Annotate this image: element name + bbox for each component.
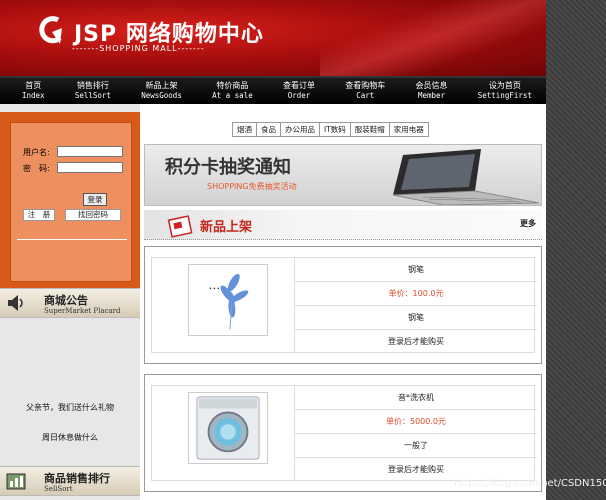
promo-subtitle: SHOPPING免费抽奖活动 <box>207 182 297 191</box>
notice-item[interactable]: 父亲节，我们送什么礼物 <box>0 402 140 413</box>
banner: JSP 网络购物中心 -------SHOPPING MALL------- <box>0 0 546 76</box>
category-link[interactable]: 家用电器 <box>389 123 428 136</box>
logo-icon <box>39 16 62 44</box>
product-inner: 音*洗衣机 单价：5000.0元 一般了 登录后才能购买 <box>151 385 537 482</box>
speaker-icon <box>8 295 23 311</box>
product-inner: 钢笔 单价：100.0元 钢笔 登录后才能购买 <box>151 257 537 354</box>
nav-sellsort-cn: 销售排行 <box>76 81 109 90</box>
nav-sellsort[interactable]: 销售排行 SellSort <box>75 78 111 104</box>
sellsort-title: 商品销售排行 <box>44 472 110 485</box>
new-goods-header: 新品上架 更多 <box>144 210 542 240</box>
nav-order[interactable]: 查看订单 Order <box>283 78 315 104</box>
notice-title: 商城公告 <box>44 294 88 307</box>
nav-newsgoods-en: NewsGoods <box>141 91 182 100</box>
category-link[interactable]: 烟酒 <box>233 123 257 136</box>
nav-order-en: Order <box>287 91 311 100</box>
product-description: 一般了 <box>295 434 537 458</box>
product-name: 音*洗衣机 <box>295 386 537 410</box>
page: JSP 网络购物中心 -------SHOPPING MALL------- 首… <box>0 0 546 500</box>
login-form: 用户名: 密 码: 登录 注 册 找回密码 <box>10 122 132 282</box>
newspaper-icon <box>167 215 193 238</box>
forgot-password-button[interactable]: 找回密码 <box>65 209 121 221</box>
nav-newsgoods-cn: 新品上架 <box>145 81 178 90</box>
product-description: 钢笔 <box>295 306 537 330</box>
login-button[interactable]: 登录 <box>83 193 107 206</box>
more-link[interactable]: 更多 <box>520 218 536 229</box>
laptop-icon <box>392 149 540 205</box>
login-panel: 用户名: 密 码: 登录 注 册 找回密码 <box>0 112 140 290</box>
nav-sale-cn: 特价商品 <box>216 81 249 90</box>
nav-cart-cn: 查看购物车 <box>345 81 386 90</box>
nav-sale[interactable]: 特价商品 At a sale <box>212 78 253 104</box>
register-button[interactable]: 注 册 <box>23 209 55 221</box>
password-input[interactable] <box>57 162 123 173</box>
nav-newsgoods[interactable]: 新品上架 NewsGoods <box>141 78 182 104</box>
nav-sale-en: At a sale <box>212 91 253 100</box>
logo-subtitle: -------SHOPPING MALL------- <box>72 44 205 53</box>
category-link[interactable]: 办公用品 <box>281 123 320 136</box>
nav-setting-first-en: SettingFirst <box>477 91 532 100</box>
password-label: 密 码: <box>23 164 50 173</box>
main-nav: 首页 Index 销售排行 SellSort 新品上架 NewsGoods 特价商品 A… <box>0 76 546 104</box>
nav-index-cn: 首页 <box>25 81 42 90</box>
nav-setting-first[interactable]: 设为首页 SettingFirst <box>478 78 532 104</box>
notice-item[interactable]: 周日休息做什么 <box>0 432 140 443</box>
product-details: 钢笔 单价：100.0元 钢笔 登录后才能购买 <box>294 258 537 354</box>
notice-header: 商城公告 SuperMarket Placard <box>0 288 140 318</box>
divider <box>17 239 127 240</box>
promo-banner[interactable]: 积分卡抽奖通知 SHOPPING免费抽奖活动 <box>144 144 542 206</box>
category-link[interactable]: IT数码 <box>320 123 351 136</box>
nav-member-en: Member <box>417 91 446 100</box>
chart-icon <box>6 473 26 490</box>
nav-order-cn: 查看订单 <box>282 81 315 90</box>
nav-cart-en: Cart <box>356 91 375 100</box>
nav-sellsort-en: SellSort <box>74 91 111 100</box>
nav-member-cn: 会员信息 <box>415 81 448 90</box>
nav-cart[interactable]: 查看购物车 Cart <box>345 78 385 104</box>
product-card: 钢笔 单价：100.0元 钢笔 登录后才能购买 <box>144 246 542 364</box>
username-input[interactable] <box>57 146 123 157</box>
main-content: 烟酒 食品 办公用品 IT数码 服装鞋帽 家用电器 积分卡抽奖通知 SHOPPI… <box>140 104 546 500</box>
sellsort-subtitle: SellSort <box>44 485 73 493</box>
category-link[interactable]: 食品 <box>257 123 281 136</box>
flower-product-image[interactable] <box>188 264 268 336</box>
nav-index-en: Index <box>22 91 45 100</box>
nav-index[interactable]: 首页 Index <box>22 78 45 104</box>
category-bar: 烟酒 食品 办公用品 IT数码 服装鞋帽 家用电器 <box>232 122 429 137</box>
buy-link[interactable]: 登录后才能购买 <box>295 330 537 354</box>
product-details: 音*洗衣机 单价：5000.0元 一般了 登录后才能购买 <box>294 386 537 482</box>
page-background <box>546 0 606 500</box>
sellsort-header: 商品销售排行 SellSort <box>0 466 140 496</box>
washing-machine-product-image[interactable] <box>188 392 268 464</box>
product-price: 单价：5000.0元 <box>295 410 537 434</box>
category-link[interactable]: 服装鞋帽 <box>350 123 390 136</box>
notice-subtitle: SuperMarket Placard <box>44 307 121 315</box>
product-name: 钢笔 <box>295 258 537 282</box>
sidebar: 用户名: 密 码: 登录 注 册 找回密码 商城公告 SuperMarket P… <box>0 104 140 500</box>
nav-member[interactable]: 会员信息 Member <box>415 78 447 104</box>
watermark: https://blog.csdn.net/CSDN1503882 <box>454 478 606 489</box>
username-label: 用户名: <box>23 148 50 157</box>
banner-shine <box>320 0 546 76</box>
product-price: 单价：100.0元 <box>295 282 537 306</box>
nav-setting-first-cn: 设为首页 <box>488 81 521 90</box>
product-card: 音*洗衣机 单价：5000.0元 一般了 登录后才能购买 <box>144 374 542 492</box>
new-goods-title: 新品上架 <box>200 220 253 235</box>
promo-title: 积分卡抽奖通知 <box>165 157 291 178</box>
